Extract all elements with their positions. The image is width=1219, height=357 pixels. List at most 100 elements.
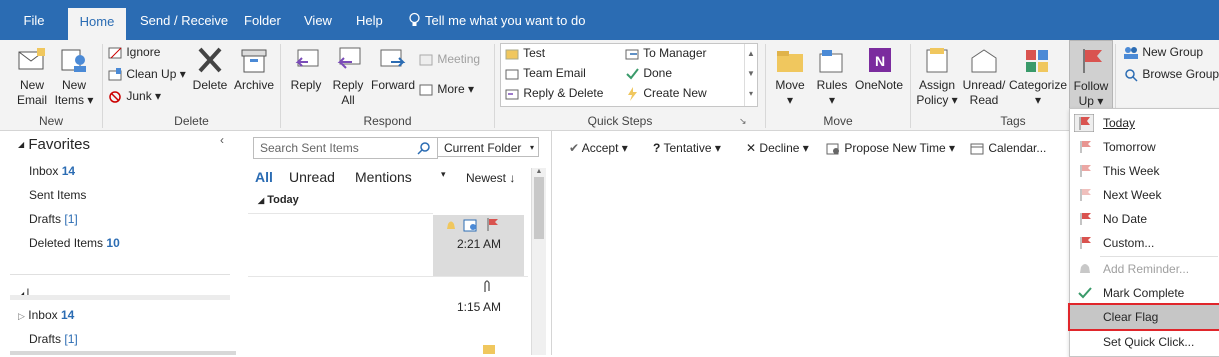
tab-folder[interactable]: Folder bbox=[244, 8, 281, 40]
delete-label: Delete bbox=[192, 78, 228, 92]
flag-today-icon bbox=[1074, 114, 1094, 132]
search-scope-dropdown[interactable]: Current Folder ▾ bbox=[437, 137, 539, 157]
folder-deleted-items[interactable]: Deleted Items 10 bbox=[29, 236, 120, 250]
tab-send-receive[interactable]: Send / Receive bbox=[140, 8, 228, 40]
ignore-button[interactable]: Ignore bbox=[108, 43, 160, 61]
clean-up-icon bbox=[108, 67, 122, 81]
flag-icon[interactable] bbox=[485, 217, 499, 232]
flag-no-date-icon bbox=[1080, 213, 1091, 225]
onenote-icon: N bbox=[869, 48, 891, 72]
decline-button[interactable]: ✕ Decline ▾ bbox=[746, 141, 809, 155]
onenote-button[interactable]: N OneNote bbox=[852, 46, 906, 93]
browse-groups-button[interactable]: Browse Groups bbox=[1123, 65, 1219, 83]
favorites-header[interactable]: ◢ Favorites bbox=[18, 136, 90, 153]
new-items-button[interactable]: New Items ▾ bbox=[54, 46, 94, 108]
new-email-button[interactable]: New Email bbox=[12, 46, 52, 108]
tab-view[interactable]: View bbox=[304, 8, 332, 40]
lightbulb-icon bbox=[409, 12, 420, 26]
quick-step-to-manager[interactable]: To Manager bbox=[625, 44, 707, 62]
menu-item-clear-flag[interactable]: Clear Flag bbox=[1068, 303, 1219, 331]
menu-item-tomorrow[interactable]: Tomorrow bbox=[1070, 136, 1219, 158]
menu-item-no-date[interactable]: No Date bbox=[1070, 208, 1219, 230]
dialog-launcher-icon[interactable]: ↘ bbox=[739, 116, 747, 127]
collapse-pane-icon[interactable]: ‹ bbox=[220, 133, 224, 147]
rules-label: Rules ▾ bbox=[816, 78, 848, 107]
reply-button[interactable]: Reply bbox=[286, 46, 326, 93]
tell-me-box[interactable]: Tell me what you want to do bbox=[408, 8, 585, 40]
filter-all[interactable]: All bbox=[255, 169, 273, 185]
move-button[interactable]: Move ▾ bbox=[770, 46, 810, 108]
selected-folder-row[interactable] bbox=[10, 351, 236, 355]
filter-unread[interactable]: Unread bbox=[289, 169, 335, 185]
assign-policy-button[interactable]: Assign Policy ▾ bbox=[914, 46, 960, 108]
quick-steps-scroll[interactable]: ▲ ▼ ▾ bbox=[744, 44, 757, 106]
archive-icon bbox=[241, 49, 267, 73]
search-box[interactable]: Search Sent Items bbox=[253, 137, 438, 159]
menu-item-mark-complete[interactable]: Mark Complete bbox=[1070, 282, 1219, 304]
tab-file[interactable]: File bbox=[0, 8, 68, 40]
menu-item-today[interactable]: Today bbox=[1070, 112, 1219, 134]
sort-newest[interactable]: Newest ↓ bbox=[466, 171, 515, 185]
meeting-button[interactable]: Meeting bbox=[419, 50, 480, 68]
propose-new-time-button[interactable]: Propose New Time ▾ bbox=[826, 141, 955, 156]
unread-read-label: Unread/Read bbox=[962, 78, 1006, 107]
search-icon[interactable] bbox=[417, 141, 431, 155]
move-folder-icon bbox=[777, 51, 803, 72]
reply-all-button[interactable]: Reply All bbox=[328, 46, 368, 108]
delete-button[interactable]: Delete bbox=[190, 46, 230, 93]
folder-inbox[interactable]: Inbox 14 bbox=[29, 164, 75, 178]
drafts-count: [1] bbox=[64, 212, 78, 226]
reminder-bell-icon bbox=[447, 221, 455, 229]
clean-up-button[interactable]: Clean Up ▾ bbox=[108, 65, 186, 83]
group-header-today[interactable]: ◢ Today bbox=[258, 194, 299, 206]
message-list-scrollbar[interactable]: ▲ bbox=[531, 168, 546, 355]
menu-divider bbox=[1100, 256, 1218, 257]
menu-item-this-week[interactable]: This Week bbox=[1070, 160, 1219, 182]
meeting-icon bbox=[419, 54, 433, 66]
checkmark-icon bbox=[1078, 287, 1092, 299]
flag-next-week-icon bbox=[1080, 189, 1091, 201]
accept-button[interactable]: ✔ Accept ▾ bbox=[569, 141, 628, 155]
menu-item-set-quick-click[interactable]: Set Quick Click... bbox=[1070, 331, 1219, 353]
tab-help[interactable]: Help bbox=[356, 8, 383, 40]
quick-step-team-email[interactable]: Team Email bbox=[505, 64, 586, 82]
tab-home[interactable]: Home bbox=[68, 8, 126, 41]
unread-read-button[interactable]: Unread/Read bbox=[960, 46, 1008, 108]
rules-icon bbox=[819, 50, 843, 73]
quick-step-reply-delete[interactable]: Reply & Delete bbox=[505, 84, 603, 102]
account-folder-drafts[interactable]: Drafts [1] bbox=[29, 332, 78, 346]
quick-step-create-new[interactable]: Create New bbox=[625, 84, 707, 102]
calendar-button[interactable]: Calendar... bbox=[970, 141, 1046, 156]
menu-item-custom[interactable]: Custom... bbox=[1070, 232, 1219, 254]
junk-button[interactable]: Junk ▾ bbox=[108, 87, 161, 105]
folder-drafts[interactable]: Drafts [1] bbox=[29, 212, 78, 226]
archive-button[interactable]: Archive bbox=[232, 46, 276, 93]
account-header-bar bbox=[10, 295, 230, 300]
new-email-label: New Email bbox=[16, 78, 47, 107]
follow-up-button[interactable]: Follow Up ▾ bbox=[1069, 40, 1113, 112]
folder-sent-items[interactable]: Sent Items bbox=[29, 188, 86, 202]
filter-dropdown[interactable]: ▾ bbox=[441, 169, 446, 180]
tentative-button[interactable]: ? Tentative ▾ bbox=[653, 141, 721, 155]
rules-button[interactable]: Rules ▾ bbox=[812, 46, 852, 108]
junk-icon bbox=[109, 91, 121, 103]
new-group-button[interactable]: New Group bbox=[1123, 43, 1203, 61]
pane-divider bbox=[551, 131, 552, 355]
message-item-1[interactable]: 2:21 AM bbox=[433, 215, 524, 276]
more-respond-button[interactable]: More ▾ bbox=[419, 80, 474, 98]
to-manager-icon bbox=[625, 49, 639, 60]
account-folder-inbox[interactable]: ▷ Inbox 14 bbox=[18, 308, 74, 322]
filter-mentions[interactable]: Mentions bbox=[355, 169, 412, 185]
message-list: Search Sent Items Current Folder ▾ All Un… bbox=[248, 131, 549, 355]
quick-step-done[interactable]: Done bbox=[625, 64, 672, 82]
people-icon bbox=[1124, 46, 1138, 59]
group-label-respond: Respond bbox=[363, 114, 412, 128]
categorize-button[interactable]: Categorize ▾ bbox=[1008, 46, 1068, 108]
search-input[interactable]: Search Sent Items bbox=[260, 141, 359, 155]
scrollbar-thumb[interactable] bbox=[534, 177, 544, 239]
flag-custom-icon bbox=[1080, 237, 1091, 249]
menu-item-add-reminder: Add Reminder... bbox=[1070, 258, 1219, 280]
menu-item-next-week[interactable]: Next Week bbox=[1070, 184, 1219, 206]
quick-step-test[interactable]: Test bbox=[505, 44, 545, 62]
forward-button[interactable]: Forward bbox=[370, 46, 416, 93]
